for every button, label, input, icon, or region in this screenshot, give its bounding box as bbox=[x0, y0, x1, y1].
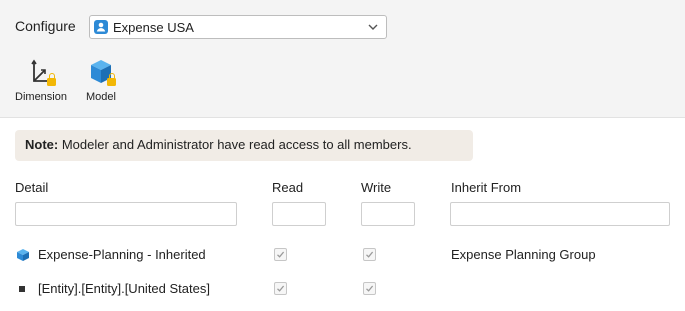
model-cube-icon bbox=[86, 57, 116, 87]
model-tool-label: Model bbox=[86, 91, 116, 103]
note-text: Modeler and Administrator have read acce… bbox=[61, 137, 412, 152]
model-select[interactable]: Expense USA bbox=[89, 15, 387, 39]
lock-icon bbox=[107, 73, 116, 86]
column-header-inherit-from: Inherit From bbox=[451, 180, 522, 195]
model-tool-button[interactable]: Model bbox=[80, 57, 122, 103]
read-filter-input[interactable] bbox=[272, 202, 326, 226]
model-cube-icon bbox=[17, 249, 29, 261]
lock-icon bbox=[47, 73, 56, 86]
write-filter-input[interactable] bbox=[361, 202, 415, 226]
dimension-axis-icon bbox=[26, 57, 56, 87]
table-row: Expense-Planning - Inherited Expense Pla… bbox=[0, 244, 685, 266]
read-checkbox[interactable] bbox=[274, 282, 287, 295]
column-header-write: Write bbox=[361, 180, 392, 195]
note-prefix: Note: bbox=[25, 137, 59, 152]
table-row: [Entity].[Entity].[United States] bbox=[0, 278, 685, 300]
dimension-tool-button[interactable]: Dimension bbox=[12, 57, 70, 103]
inherit-from-filter-input[interactable] bbox=[450, 202, 670, 226]
configure-toolbar: Configure Expense USA Dimension Model bbox=[0, 0, 685, 118]
detail-filter-input[interactable] bbox=[15, 202, 237, 226]
row-detail: Expense-Planning - Inherited bbox=[38, 247, 206, 262]
note-banner: Note: Modeler and Administrator have rea… bbox=[15, 130, 473, 161]
model-select-value: Expense USA bbox=[113, 20, 194, 35]
dimension-tool-label: Dimension bbox=[15, 91, 67, 103]
row-detail: [Entity].[Entity].[United States] bbox=[38, 281, 210, 296]
model-user-icon bbox=[94, 20, 108, 34]
read-checkbox[interactable] bbox=[274, 248, 287, 261]
write-checkbox[interactable] bbox=[363, 248, 376, 261]
column-header-detail: Detail bbox=[15, 180, 49, 195]
configure-label: Configure bbox=[15, 18, 76, 34]
write-checkbox[interactable] bbox=[363, 282, 376, 295]
bullet-icon bbox=[19, 286, 25, 292]
chevron-down-icon bbox=[368, 24, 378, 30]
row-inherit-from: Expense Planning Group bbox=[451, 247, 596, 262]
column-header-read: Read bbox=[272, 180, 304, 195]
